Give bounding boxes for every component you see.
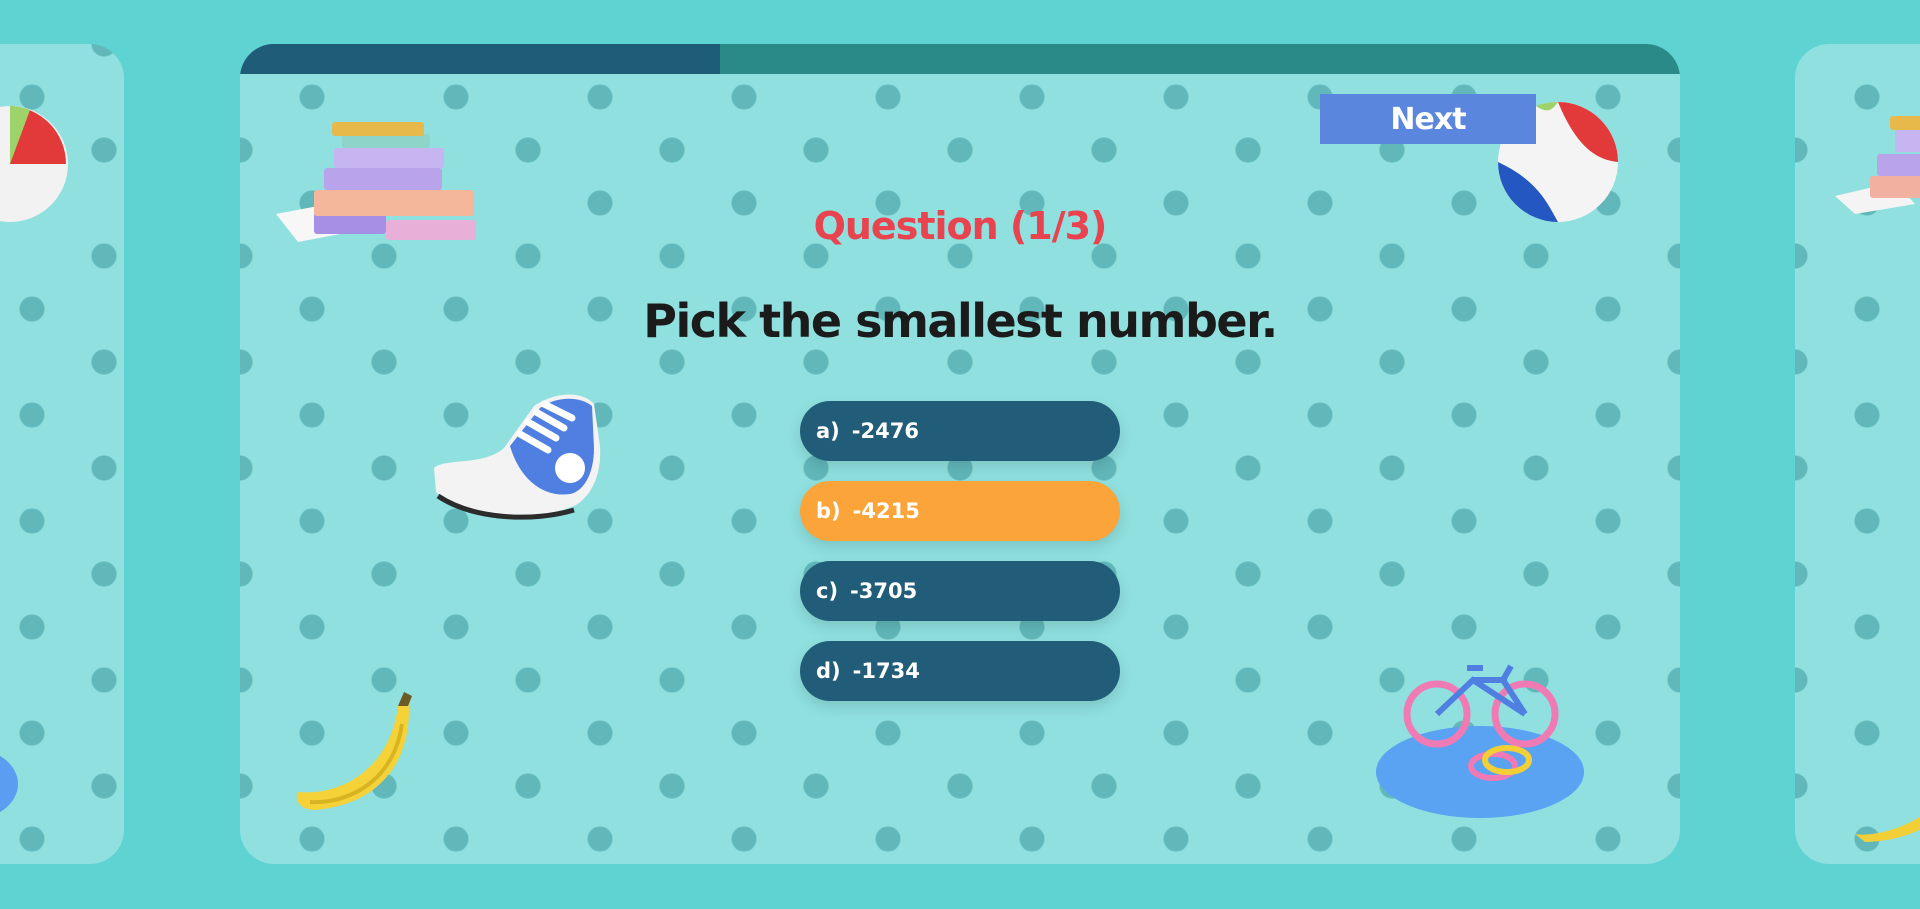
books-icon bbox=[1835, 116, 1920, 214]
books-icon bbox=[276, 122, 476, 242]
progress-bar bbox=[240, 44, 1680, 74]
progress-fill bbox=[240, 44, 720, 74]
banana-icon bbox=[296, 692, 412, 810]
bicycle-platform-icon bbox=[0, 755, 18, 813]
answer-list: a) -2476 b) -4215 c) -3705 d) -1734 bbox=[800, 401, 1120, 721]
answer-letter: a) bbox=[816, 419, 840, 443]
answer-option-a[interactable]: a) -2476 bbox=[800, 401, 1120, 461]
next-question-card bbox=[1795, 44, 1920, 864]
question-text: Pick the smallest number. bbox=[643, 294, 1278, 348]
next-button[interactable]: Next bbox=[1320, 94, 1536, 144]
answer-option-c[interactable]: c) -3705 bbox=[800, 561, 1120, 621]
sneaker-icon bbox=[434, 394, 601, 520]
answer-option-d[interactable]: d) -1734 bbox=[800, 641, 1120, 701]
banana-icon bbox=[1855, 816, 1920, 842]
previous-question-card bbox=[0, 44, 124, 864]
answer-letter: d) bbox=[816, 659, 841, 683]
bicycle-icon bbox=[1376, 664, 1584, 818]
question-card: Next Question (1/3) Pick the smallest nu… bbox=[240, 44, 1680, 864]
answer-value: -4215 bbox=[852, 499, 920, 523]
answer-letter: b) bbox=[816, 499, 841, 523]
answer-letter: c) bbox=[816, 579, 839, 603]
answer-value: -2476 bbox=[851, 419, 919, 443]
answer-value: -1734 bbox=[852, 659, 920, 683]
answer-option-b[interactable]: b) -4215 bbox=[800, 481, 1120, 541]
answer-value: -3705 bbox=[850, 579, 918, 603]
beach-ball-icon bbox=[0, 106, 68, 222]
